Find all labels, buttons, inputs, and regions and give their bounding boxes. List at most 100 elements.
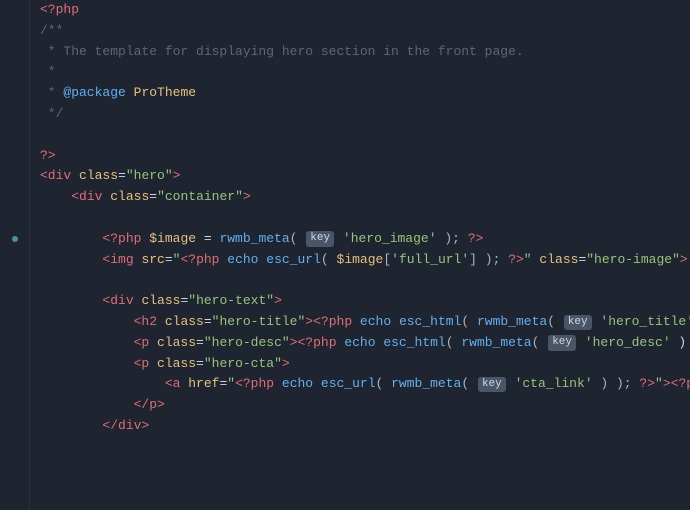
html-attr-class: class xyxy=(79,166,118,187)
php-cont-19: <?p xyxy=(671,374,690,395)
bracket-19: ( xyxy=(376,374,392,395)
gutter-line-20 xyxy=(0,395,29,416)
class-attr-18: class xyxy=(157,354,196,375)
gutter-line-3 xyxy=(0,42,29,63)
gutter-line-10 xyxy=(0,187,29,208)
gutter-line-18 xyxy=(0,354,29,375)
indent-12 xyxy=(40,229,102,250)
cta-link-str: 'cta_link' xyxy=(507,374,593,395)
hero-text-val: "hero-text" xyxy=(188,291,274,312)
hero-image-class: "hero-image" xyxy=(586,250,680,271)
code-line-13: <img src="<?php echo esc_url( $image['fu… xyxy=(40,250,690,271)
code-line-5: * @package ProTheme xyxy=(40,83,690,104)
key-badge-19: key xyxy=(478,377,506,392)
rwmb-19: rwmb_meta xyxy=(391,374,461,395)
comment-package-prefix: * xyxy=(40,83,63,104)
container-close: > xyxy=(243,187,251,208)
class-attr-16: class xyxy=(165,312,204,333)
h2-close: > xyxy=(305,312,313,333)
echo-16: echo xyxy=(360,312,399,333)
img-close: > xyxy=(680,250,688,271)
gutter-line-19 xyxy=(0,374,29,395)
html-tag-container: <div xyxy=(71,187,110,208)
code-line-14 xyxy=(40,270,690,291)
gutter-line-4 xyxy=(0,62,29,83)
html-class-val: "hero" xyxy=(126,166,173,187)
hero-desc-val: "hero-desc" xyxy=(204,333,290,354)
code-line-17: <p class="hero-desc"><?php echo esc_html… xyxy=(40,333,690,354)
func-rwmb: rwmb_meta xyxy=(219,229,289,250)
div-hero-text-open: <div xyxy=(102,291,141,312)
desc-end: ) xyxy=(671,333,687,354)
href-attr: href xyxy=(188,374,219,395)
code-line-19: <a href="<?php echo esc_url( rwmb_meta( … xyxy=(40,374,690,395)
php-open-19: <?php xyxy=(235,374,282,395)
html-tag-open-hero: <div xyxy=(40,166,79,187)
gutter-line-16 xyxy=(0,312,29,333)
var-image-13: $image xyxy=(337,250,384,271)
code-line-21: </div> xyxy=(40,416,690,437)
php-open-16: <?php xyxy=(313,312,360,333)
html-eq: = xyxy=(118,166,126,187)
php-open-12: <?php xyxy=(102,229,149,250)
p-desc-close: > xyxy=(290,333,298,354)
p-close-20: </p> xyxy=(134,395,165,416)
class-attr-15: class xyxy=(141,291,180,312)
echo-keyword: echo xyxy=(227,250,266,271)
hero-desc-str: 'hero_desc' xyxy=(577,333,671,354)
p-desc-open: <p xyxy=(134,333,157,354)
code-line-16: <h2 class="hero-title"><?php echo esc_ht… xyxy=(40,312,690,333)
eq-18: = xyxy=(196,354,204,375)
class-attr-13: class xyxy=(539,250,578,271)
rwmb-17: rwmb_meta xyxy=(461,333,531,354)
code-line-7 xyxy=(40,125,690,146)
space-13 xyxy=(532,250,540,271)
comment-open: /** xyxy=(40,21,63,42)
key-badge-12: key xyxy=(306,231,334,246)
p-cta-close: > xyxy=(282,354,290,375)
bracket-rwmb-16: ( xyxy=(547,312,563,333)
indent-19 xyxy=(40,374,165,395)
code-line-6: */ xyxy=(40,104,690,125)
eq-15: = xyxy=(180,291,188,312)
esc-close: ); xyxy=(477,250,508,271)
gutter-line-2 xyxy=(0,21,29,42)
gutter-line-1 xyxy=(0,0,29,21)
code-line-1: <?php xyxy=(40,0,690,21)
html-val-container: "container" xyxy=(157,187,243,208)
key-badge-16: key xyxy=(564,315,592,330)
comment-package-value: ProTheme xyxy=(134,83,196,104)
indent-21 xyxy=(40,416,102,437)
php-close-tag: ?> xyxy=(40,146,56,167)
php-echo-open: <?php xyxy=(180,250,227,271)
indent-13 xyxy=(40,250,102,271)
arr-bracket-close: ] xyxy=(469,250,477,271)
img-tag: <img xyxy=(102,250,141,271)
esc-html-16: esc_html xyxy=(399,312,461,333)
var-image: $image xyxy=(149,229,196,250)
indent-18 xyxy=(40,354,134,375)
code-line-2: /** xyxy=(40,21,690,42)
esc-html-17: esc_html xyxy=(383,333,445,354)
hero-title-str: 'hero_title' xyxy=(593,312,690,333)
html-attr-container: class xyxy=(110,187,149,208)
gutter-line-6 xyxy=(0,104,29,125)
hero-title-val: "hero-title" xyxy=(212,312,306,333)
gutter-line-15 xyxy=(0,291,29,312)
gutter-line-14 xyxy=(0,270,29,291)
href-val-open: " xyxy=(227,374,235,395)
indent-10 xyxy=(40,187,71,208)
code-line-18: <p class="hero-cta"> xyxy=(40,354,690,375)
rwmb-16: rwmb_meta xyxy=(477,312,547,333)
code-line-3: * The template for displaying hero secti… xyxy=(40,42,690,63)
bracket-rwmb-19: ( xyxy=(461,374,477,395)
code-line-4: * xyxy=(40,62,690,83)
gutter-line-8 xyxy=(0,146,29,167)
code-line-20: </p> xyxy=(40,395,690,416)
gutter-line-17 xyxy=(0,333,29,354)
div-hero-text-close: > xyxy=(274,291,282,312)
h2-open: <h2 xyxy=(134,312,165,333)
code-content: <?php /** * The template for displaying … xyxy=(30,0,690,510)
php-close-19: ?> xyxy=(639,374,655,395)
php-close-13: ?> xyxy=(508,250,524,271)
